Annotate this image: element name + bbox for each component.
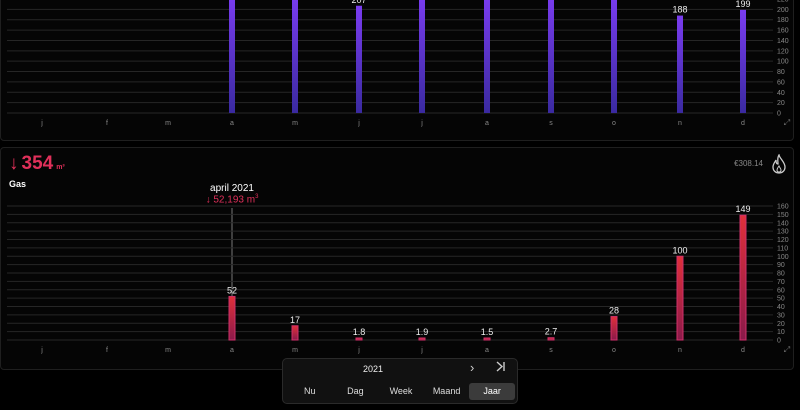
x-tick-label: o [612,347,616,354]
y-tick-label: 120 [777,237,789,244]
bar[interactable] [484,0,490,113]
y-tick-label: 90 [777,262,785,269]
y-tick-label: 180 [777,17,789,24]
x-tick-label: m [165,120,171,127]
y-tick-label: 40 [777,90,785,97]
x-tick-label: s [549,120,553,127]
x-tick-label: d [741,347,745,354]
period-tabs: Nu Dag Week Maand Jaar [287,383,515,400]
y-tick-label: 110 [777,245,788,252]
bar[interactable] [483,337,491,341]
bar-value-label: 149 [735,204,750,214]
y-tick-label: 200 [777,7,789,14]
y-tick-label: 70 [777,279,785,286]
gas-chart: 0102030405060708090100110120130140150160… [7,204,790,354]
y-tick-label: 120 [777,48,789,55]
y-tick-label: 50 [777,296,785,303]
x-tick-label: f [106,347,108,354]
gas-panel: ↓ 354 m³ Gas €308.14 april 2021 ↓ 52,193… [0,147,794,370]
bar[interactable] [292,0,298,113]
bar[interactable] [356,5,362,113]
x-tick-label: j [357,120,360,127]
period-selector: 2021 › Nu Dag Week Maand Jaar [282,358,518,404]
bar[interactable] [547,337,555,341]
bar[interactable] [291,325,299,341]
y-tick-label: 60 [777,287,785,294]
y-tick-label: 150 [777,212,789,219]
bar[interactable] [355,337,363,341]
x-tick-label: d [741,120,745,127]
bar-value-label: 188 [672,5,687,15]
y-tick-label: 140 [777,38,789,45]
bar[interactable] [228,295,236,341]
expand-icon[interactable]: ⤢ [783,118,790,127]
x-tick-label: a [485,347,489,354]
bar[interactable] [740,9,746,113]
tab-nu[interactable]: Nu [287,383,333,400]
y-tick-label: 40 [777,304,785,311]
y-tick-label: 140 [777,220,789,227]
bar[interactable] [229,0,235,113]
x-tick-label: j [357,347,360,354]
expand-icon[interactable]: ⤢ [783,345,790,354]
x-tick-label: s [549,347,553,354]
bar[interactable] [739,214,747,341]
x-tick-label: a [485,120,489,127]
bar[interactable] [677,15,683,113]
x-tick-label: j [40,347,43,354]
bar-value-label: 2.7 [545,327,558,337]
y-tick-label: 0 [777,111,781,118]
y-tick-label: 130 [777,229,789,236]
y-tick-label: 60 [777,79,785,86]
y-tick-label: 20 [777,321,785,328]
bar[interactable] [610,316,618,341]
y-tick-label: 30 [777,312,785,319]
period-year: 2021 [362,364,384,374]
x-tick-label: o [612,120,616,127]
bar[interactable] [676,255,684,341]
skip-to-end-icon[interactable] [495,361,506,375]
y-tick-label: 80 [777,271,785,278]
tab-dag[interactable]: Dag [333,383,379,400]
bar-value-label: 199 [735,0,750,9]
chevron-right-icon[interactable]: › [470,360,474,375]
bar-value-label: 1.8 [353,327,366,337]
bar[interactable] [548,0,554,113]
y-tick-label: 160 [777,28,789,35]
y-tick-label: 220 [777,0,789,4]
y-tick-label: 100 [777,59,789,66]
y-tick-label: 80 [777,69,785,76]
bar[interactable] [419,0,425,113]
bar-value-label: 1.9 [416,327,429,337]
tab-jaar[interactable]: Jaar [469,383,515,400]
bar-value-label: 1.5 [481,327,494,337]
tab-week[interactable]: Week [378,383,424,400]
x-tick-label: f [106,120,108,127]
bar[interactable] [418,337,426,341]
x-tick-label: n [678,347,682,354]
y-tick-label: 100 [777,254,789,261]
x-tick-label: j [40,120,43,127]
bar-value-label: 28 [609,306,619,316]
y-tick-label: 10 [777,329,785,336]
bar-value-label: 17 [290,315,300,325]
tab-maand[interactable]: Maand [424,383,470,400]
x-tick-label: j [420,120,423,127]
y-tick-label: 160 [777,204,789,211]
x-tick-label: a [230,347,234,354]
x-tick-label: m [165,347,171,354]
electricity-chart: 0 20 40 60 80 100 120 140 160 180 200 220 207 188 199 j… [7,0,790,127]
electricity-panel: 0 20 40 60 80 100 120 140 160 180 200 220 207 188 199 j… [0,0,794,141]
y-tick-label: 0 [777,338,781,345]
bar-value-label: 207 [351,0,366,5]
bar[interactable] [611,0,617,113]
y-tick-label: 20 [777,100,785,107]
x-tick-label: m [292,120,298,127]
x-tick-label: n [678,120,682,127]
bar-value-label: 52 [227,285,237,295]
x-tick-label: a [230,120,234,127]
x-tick-label: m [292,347,298,354]
x-tick-label: j [420,347,423,354]
bar-value-label: 100 [672,245,687,255]
